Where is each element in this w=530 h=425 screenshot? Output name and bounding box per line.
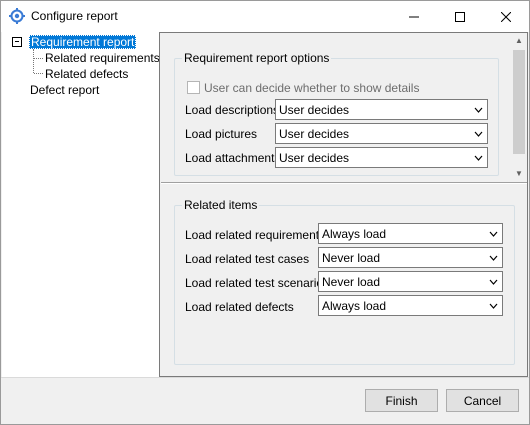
configure-report-dialog: Configure report Requirement report Rela… <box>0 0 530 425</box>
dialog-footer: Finish Cancel <box>1 377 529 424</box>
tree-item-related-defects[interactable]: Related defects <box>45 67 128 81</box>
field-label: Load descriptions <box>185 103 280 117</box>
load-pictures-select[interactable]: User decides <box>275 123 488 144</box>
select-value: Never load <box>322 251 381 265</box>
requirement-options-section: Requirement report options User can deci… <box>161 34 511 182</box>
chevron-down-icon <box>485 248 502 267</box>
chevron-down-icon <box>470 148 487 167</box>
chevron-down-icon <box>485 272 502 291</box>
load-attachments-select[interactable]: User decides <box>275 147 488 168</box>
tree-item-defect-report[interactable]: Defect report <box>30 83 99 97</box>
tree-connector <box>33 49 34 73</box>
section-splitter[interactable] <box>161 182 527 184</box>
scrollbar-thumb[interactable] <box>513 50 525 154</box>
window-title: Configure report <box>31 9 118 23</box>
field-label: Load related requirements <box>185 228 326 242</box>
select-value: User decides <box>279 151 350 165</box>
select-value: User decides <box>279 127 350 141</box>
group-title: Related items <box>182 198 260 212</box>
vertical-scrollbar[interactable]: ▲ ▼ <box>511 34 527 182</box>
select-value: Always load <box>322 227 387 241</box>
minimize-icon <box>409 16 419 17</box>
field-label: Load related test cases <box>185 252 310 266</box>
field-label: Load pictures <box>185 127 258 141</box>
scroll-down-icon[interactable]: ▼ <box>515 169 523 178</box>
maximize-button[interactable] <box>437 1 483 32</box>
chevron-down-icon <box>470 124 487 143</box>
field-label: Load related test scenarios <box>185 276 330 290</box>
tree-item-requirement-report[interactable]: Requirement report <box>29 35 137 49</box>
show-details-checkbox[interactable] <box>187 81 200 94</box>
load-related-defects-select[interactable]: Always load <box>318 295 503 316</box>
tree-connector <box>34 58 43 59</box>
settings-panel: Requirement report options User can deci… <box>159 32 528 377</box>
select-value: User decides <box>279 103 350 117</box>
tree-collapse-toggle[interactable] <box>12 37 22 47</box>
load-related-test-cases-select[interactable]: Never load <box>318 247 503 268</box>
load-related-test-scenarios-select[interactable]: Never load <box>318 271 503 292</box>
load-related-requirements-select[interactable]: Always load <box>318 223 503 244</box>
group-title: Requirement report options <box>182 51 332 65</box>
load-descriptions-select[interactable]: User decides <box>275 99 488 120</box>
chevron-down-icon <box>485 296 502 315</box>
tree-connector <box>34 73 43 74</box>
select-value: Always load <box>322 299 387 313</box>
close-icon <box>501 11 511 22</box>
tree-item-related-requirements[interactable]: Related requirements <box>45 51 160 65</box>
show-details-label: User can decide whether to show details <box>204 81 420 95</box>
maximize-icon <box>455 11 465 22</box>
scroll-up-icon[interactable]: ▲ <box>515 36 523 45</box>
title-bar: Configure report <box>1 1 529 32</box>
select-value: Never load <box>322 275 381 289</box>
field-label: Load related defects <box>185 300 294 314</box>
chevron-down-icon <box>470 100 487 119</box>
cancel-button[interactable]: Cancel <box>446 389 519 412</box>
chevron-down-icon <box>485 224 502 243</box>
finish-button[interactable]: Finish <box>365 389 438 412</box>
minimize-button[interactable] <box>391 1 437 32</box>
gear-icon <box>9 8 25 24</box>
field-label: Load attachments <box>185 151 281 165</box>
close-button[interactable] <box>483 1 529 32</box>
related-items-section: Related items Load related requirements … <box>161 185 527 376</box>
